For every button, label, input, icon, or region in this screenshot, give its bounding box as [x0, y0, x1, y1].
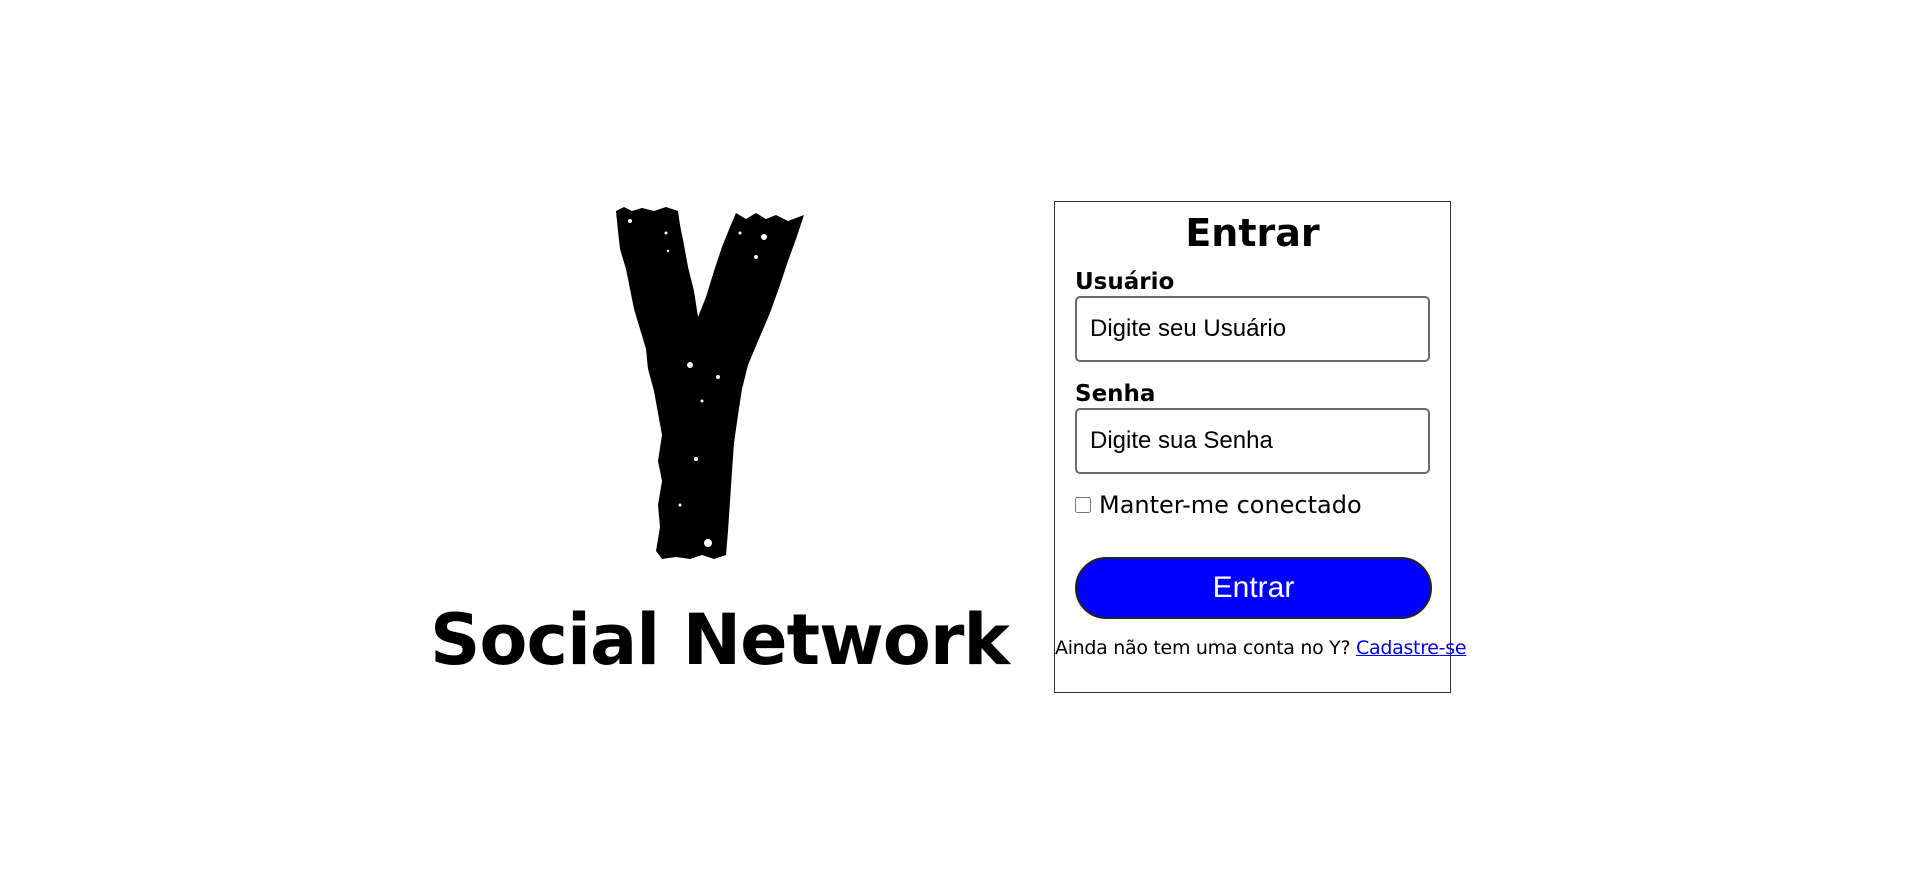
login-submit-button[interactable]: Entrar	[1075, 557, 1432, 619]
signup-prompt-text: Ainda não tem uma conta no Y?	[1055, 637, 1351, 659]
password-field-group: Senha	[1075, 380, 1430, 474]
remember-me[interactable]: Manter-me conectado	[1075, 490, 1430, 520]
remember-me-label: Manter-me conectado	[1099, 491, 1362, 519]
signup-link[interactable]: Cadastre-se	[1356, 637, 1467, 659]
username-label: Usuário	[1075, 269, 1175, 295]
username-field-group: Usuário	[1075, 268, 1430, 362]
login-title: Entrar	[1185, 211, 1320, 255]
login-page: Social Network Entrar Usuário Senha Mant…	[0, 0, 1920, 887]
y-logo-icon	[616, 207, 804, 559]
remember-me-checkbox[interactable]	[1075, 497, 1091, 513]
login-form: Entrar Usuário Senha Manter-me conectado…	[1054, 201, 1467, 693]
signup-prompt: Ainda não tem uma conta no Y? Cadastre-s…	[1055, 635, 1467, 661]
brand-name: Social Network	[430, 599, 1010, 681]
brand-section: Social Network	[430, 205, 1010, 681]
password-label: Senha	[1075, 381, 1156, 407]
username-input[interactable]	[1075, 296, 1430, 362]
password-input[interactable]	[1075, 408, 1430, 474]
